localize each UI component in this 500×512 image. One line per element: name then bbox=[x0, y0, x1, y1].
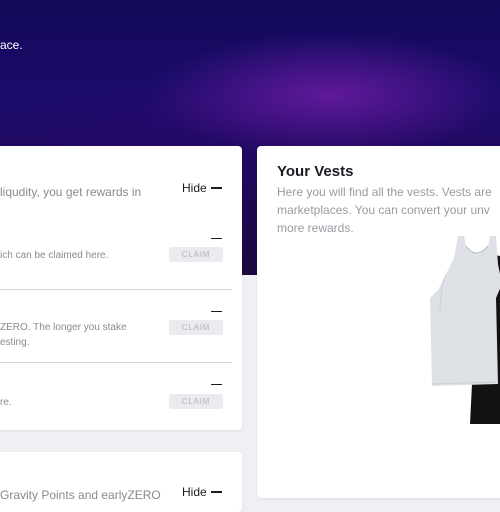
hero-subtitle: ace. bbox=[0, 38, 23, 52]
row-divider bbox=[0, 362, 232, 363]
reward-description-2: ZERO. The longer you stake bbox=[0, 322, 127, 333]
gravity-points-card: Gravity Points and earlyZERO Hide bbox=[0, 452, 242, 512]
reward-description-3: re. bbox=[0, 397, 12, 408]
minus-icon bbox=[210, 491, 222, 493]
vest-garments-image bbox=[430, 236, 500, 424]
row-divider bbox=[0, 289, 232, 290]
vests-title: Your Vests bbox=[277, 163, 354, 180]
minus-icon bbox=[210, 187, 222, 189]
rewards-card: liqudity, you get rewards in Hide ich ca… bbox=[0, 146, 242, 430]
vests-desc-line: marketplaces. You can convert your unv bbox=[277, 203, 490, 217]
vests-desc-line: Here you will find all the vests. Vests … bbox=[277, 185, 492, 199]
vests-description: Here you will find all the vests. Vests … bbox=[277, 183, 492, 237]
reward-value-2 bbox=[211, 311, 222, 312]
claim-button-2[interactable]: CLAIM bbox=[169, 320, 223, 335]
reward-value-3 bbox=[211, 384, 222, 385]
vests-card: Your Vests Here you will find all the ve… bbox=[257, 146, 500, 498]
hide-label: Hide bbox=[182, 181, 207, 195]
claim-button-3[interactable]: CLAIM bbox=[169, 394, 223, 409]
reward-description-2b: esting. bbox=[0, 337, 30, 348]
reward-value-1 bbox=[211, 238, 222, 239]
claim-button-1[interactable]: CLAIM bbox=[169, 247, 223, 262]
hide-label: Hide bbox=[182, 485, 207, 499]
reward-description-1: ich can be claimed here. bbox=[0, 250, 109, 261]
hide-rewards-button[interactable]: Hide bbox=[182, 181, 222, 195]
hide-gravity-button[interactable]: Hide bbox=[182, 485, 222, 499]
rewards-intro: liqudity, you get rewards in bbox=[0, 185, 142, 199]
